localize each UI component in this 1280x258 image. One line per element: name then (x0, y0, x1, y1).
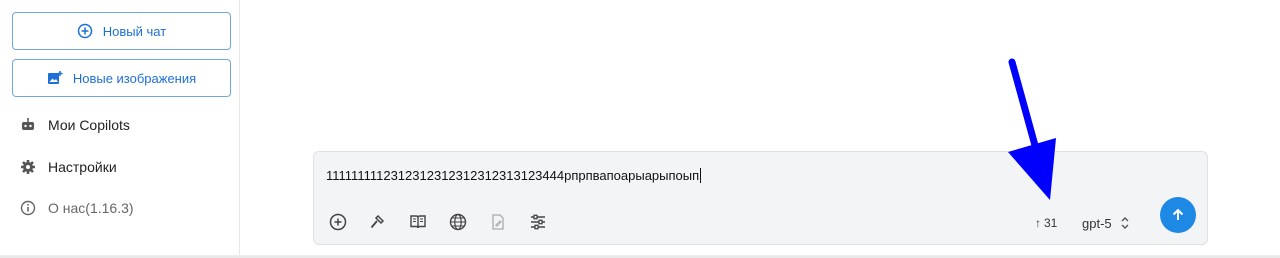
sidebar-item-label: Мои Copilots (48, 117, 130, 133)
chat-input-text: 1111111112312312312312312313123444рпрпва… (326, 168, 700, 183)
sidebar-item-settings[interactable]: Настройки (20, 159, 117, 175)
add-circle-icon[interactable] (328, 212, 348, 232)
text-caret (700, 168, 702, 183)
hammer-icon[interactable] (368, 212, 388, 232)
sidebar-item-label: Настройки (48, 159, 117, 175)
robot-icon (20, 117, 36, 133)
chevron-up-down-icon (1120, 215, 1130, 231)
arrow-up-icon: ↑ (1035, 216, 1041, 230)
info-icon (20, 200, 36, 216)
add-image-icon (47, 70, 63, 86)
chat-input[interactable]: 1111111112312312312312312313123444рпрпва… (326, 168, 702, 183)
new-chat-button[interactable]: Новый чат (12, 12, 231, 50)
new-images-button[interactable]: Новые изображения (12, 59, 231, 97)
plus-circle-icon (77, 23, 93, 39)
app-window: Новый чат Новые изображения Мои Copilots… (0, 0, 1280, 258)
model-selector[interactable]: gpt-5 (1082, 215, 1130, 231)
new-images-label: Новые изображения (72, 70, 197, 86)
sidebar: Новый чат Новые изображения Мои Copilots… (0, 0, 240, 258)
arrow-up-icon (1170, 207, 1186, 223)
chat-input-panel: 1111111112312312312312312313123444рпрпва… (313, 151, 1208, 245)
sidebar-item-label: О нас(1.16.3) (48, 200, 134, 216)
new-chat-label: Новый чат (102, 23, 167, 39)
sidebar-item-copilots[interactable]: Мои Copilots (20, 117, 130, 133)
book-icon[interactable] (408, 212, 428, 232)
token-counter: ↑ 31 (1035, 216, 1057, 230)
sidebar-item-about[interactable]: О нас(1.16.3) (20, 200, 134, 216)
send-button[interactable] (1160, 197, 1196, 233)
token-count-value: 31 (1044, 216, 1058, 230)
document-edit-icon[interactable] (488, 212, 508, 232)
globe-icon[interactable] (448, 212, 468, 232)
composer-toolbar (328, 212, 568, 232)
gear-icon (20, 159, 36, 175)
sliders-icon[interactable] (528, 212, 548, 232)
model-name: gpt-5 (1082, 215, 1112, 231)
